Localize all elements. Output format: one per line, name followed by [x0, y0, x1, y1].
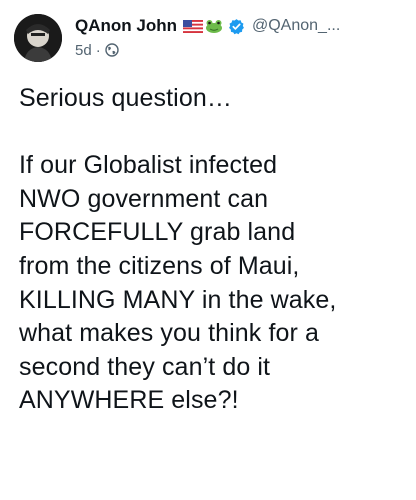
tweet-header: QAnon John @QAnon_... 5d ·: [8, 10, 408, 62]
avatar[interactable]: [14, 14, 62, 62]
tweet-line: ANYWHERE else?!: [19, 386, 239, 415]
tweet-text: Serious question… If our Globalist infec…: [19, 82, 409, 418]
timestamp[interactable]: 5d: [75, 42, 92, 59]
tweet-line: what makes you think for a: [19, 319, 319, 348]
globe-icon: [104, 43, 119, 57]
tweet-line: FORCEFULLY grab land: [19, 218, 296, 247]
tweet-line: NWO government can: [19, 184, 269, 213]
name-row: QAnon John @QAnon_...: [75, 15, 340, 37]
tweet-line: from the citizens of Maui,: [19, 251, 300, 280]
tweet-line: KILLING MANY in the wake,: [19, 285, 337, 314]
tweet-line: If our Globalist infected: [19, 151, 278, 180]
display-name[interactable]: QAnon John: [75, 16, 177, 36]
handle[interactable]: @QAnon_...: [252, 17, 340, 35]
us-flag-icon: [182, 19, 203, 33]
tweet-line: Serious question…: [19, 84, 232, 112]
frog-emoji-icon: [205, 19, 223, 33]
tweet-line: second they can’t do it: [19, 352, 271, 381]
meta-separator: ·: [95, 41, 101, 59]
meta-row: 5d ·: [75, 40, 119, 60]
verified-badge-icon: [228, 18, 245, 35]
